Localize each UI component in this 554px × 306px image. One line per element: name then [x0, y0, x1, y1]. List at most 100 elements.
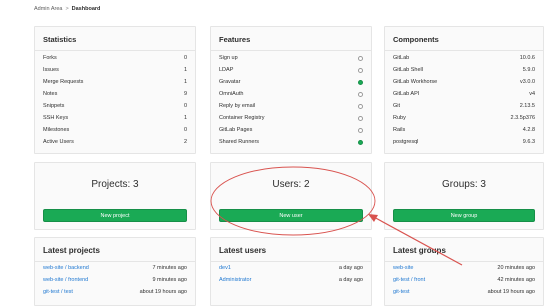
breadcrumb-current: Dashboard — [71, 6, 101, 12]
component-version: v3.0.0 — [520, 79, 535, 85]
feature-row-gitlab-pages: GitLab Pages — [219, 126, 363, 134]
statistics-panel: Statistics Forks 0 Issues 1 Merge Requests… — [34, 26, 196, 154]
feature-row-reply-by-email: Reply by email — [219, 102, 363, 110]
components-divider — [385, 50, 543, 51]
new-group-button[interactable]: New group — [393, 209, 535, 222]
latest-groups-divider — [385, 261, 543, 262]
project-link[interactable]: web-site / frontend — [43, 277, 88, 283]
stat-value: 2 — [183, 139, 187, 145]
breadcrumb-root[interactable]: Admin Area — [34, 6, 62, 12]
group-link[interactable]: web-site — [393, 265, 413, 271]
feature-label: Reply by email — [219, 103, 256, 109]
latest-projects-divider — [35, 261, 195, 262]
component-version: v4 — [529, 91, 535, 97]
list-item: git-test / test about 19 hours ago — [43, 288, 187, 296]
groups-count-panel: Groups: 3 New group — [384, 162, 544, 230]
component-label: Rails — [393, 127, 406, 133]
feature-row-sign-up: Sign up — [219, 54, 363, 62]
time-ago: about 19 hours ago — [487, 289, 535, 295]
component-row-gitlab: GitLab 10.0.6 — [393, 54, 535, 62]
component-row-rails: Rails 4.2.8 — [393, 126, 535, 134]
component-version: 2.3.5p376 — [510, 115, 535, 121]
feature-label: OmniAuth — [219, 91, 244, 97]
features-panel: Features Sign up LDAP Gravatar OmniAuth … — [210, 26, 372, 154]
user-link[interactable]: Administrator — [219, 277, 251, 283]
list-item: web-site / backend 7 minutes ago — [43, 264, 187, 272]
latest-users-title: Latest users — [219, 246, 267, 255]
stat-label: Merge Requests — [43, 79, 84, 85]
new-project-button[interactable]: New project — [43, 209, 187, 222]
features-divider — [211, 50, 371, 51]
list-item: Administrator a day ago — [219, 276, 363, 284]
component-row-gitlab-workhorse: GitLab Workhorse v3.0.0 — [393, 78, 535, 86]
feature-label: Gravatar — [219, 79, 241, 85]
breadcrumb-separator: > — [65, 6, 69, 12]
component-label: Git — [393, 103, 401, 109]
stat-value: 0 — [183, 55, 187, 61]
stat-label: Notes — [43, 91, 58, 97]
projects-count-panel: Projects: 3 New project — [34, 162, 196, 230]
stat-row-ssh-keys: SSH Keys 1 — [43, 114, 187, 122]
component-row-git: Git 2.13.5 — [393, 102, 535, 110]
component-label: GitLab API — [393, 91, 420, 97]
stat-label: Issues — [43, 67, 59, 73]
project-link[interactable]: git-test / test — [43, 289, 73, 295]
components-title: Components — [393, 35, 439, 44]
stat-row-notes: Notes 9 — [43, 90, 187, 98]
feature-label: Container Registry — [219, 115, 265, 121]
time-ago: 9 minutes ago — [152, 277, 187, 283]
feature-row-shared-runners: Shared Runners — [219, 138, 363, 146]
stat-value: 9 — [183, 91, 187, 97]
time-ago: a day ago — [338, 265, 363, 271]
stat-row-merge-requests: Merge Requests 1 — [43, 78, 187, 86]
group-link[interactable]: git-test / front — [393, 277, 425, 283]
component-version: 5.9.0 — [522, 67, 535, 73]
time-ago: about 19 hours ago — [139, 289, 187, 295]
feature-label: GitLab Pages — [219, 127, 253, 133]
status-on-icon — [358, 79, 363, 85]
component-label: Ruby — [393, 115, 406, 121]
component-row-gitlab-shell: GitLab Shell 5.9.0 — [393, 66, 535, 74]
statistics-title: Statistics — [43, 35, 77, 44]
stat-value: 0 — [183, 127, 187, 133]
component-version: 10.0.6 — [519, 55, 535, 61]
status-on-icon — [358, 139, 363, 145]
latest-projects-title: Latest projects — [43, 246, 100, 255]
stat-row-snippets: Snippets 0 — [43, 102, 187, 110]
breadcrumb: Admin Area > Dashboard — [34, 6, 100, 12]
list-item: web-site 20 minutes ago — [393, 264, 535, 272]
stat-row-milestones: Milestones 0 — [43, 126, 187, 134]
users-count-panel: Users: 2 New user — [210, 162, 372, 230]
user-link[interactable]: dev1 — [219, 265, 231, 271]
feature-row-container-registry: Container Registry — [219, 114, 363, 122]
feature-label: LDAP — [219, 67, 234, 73]
stat-label: Active Users — [43, 139, 74, 145]
status-off-icon — [358, 115, 363, 121]
feature-row-gravatar: Gravatar — [219, 78, 363, 86]
new-user-button[interactable]: New user — [219, 209, 363, 222]
component-row-gitlab-api: GitLab API v4 — [393, 90, 535, 98]
feature-row-ldap: LDAP — [219, 66, 363, 74]
stat-label: Forks — [43, 55, 57, 61]
group-link[interactable]: git-test — [393, 289, 410, 295]
status-off-icon — [358, 91, 363, 97]
time-ago: 7 minutes ago — [152, 265, 187, 271]
components-panel: Components GitLab 10.0.6 GitLab Shell 5.9.… — [384, 26, 544, 154]
feature-label: Sign up — [219, 55, 238, 61]
project-link[interactable]: web-site / backend — [43, 265, 89, 271]
status-off-icon — [358, 67, 363, 73]
feature-row-omniauth: OmniAuth — [219, 90, 363, 98]
stat-row-forks: Forks 0 — [43, 54, 187, 62]
stat-value: 1 — [183, 79, 187, 85]
stat-value: 1 — [183, 115, 187, 121]
component-version: 2.13.5 — [519, 103, 535, 109]
stat-label: Snippets — [43, 103, 65, 109]
component-label: GitLab Shell — [393, 67, 423, 73]
list-item: git-test / front 42 minutes ago — [393, 276, 535, 284]
time-ago: 42 minutes ago — [497, 277, 535, 283]
feature-label: Shared Runners — [219, 139, 260, 145]
stat-value: 1 — [183, 67, 187, 73]
stat-row-active-users: Active Users 2 — [43, 138, 187, 146]
component-row-postgresql: postgresql 9.6.3 — [393, 138, 535, 146]
stat-label: Milestones — [43, 127, 70, 133]
